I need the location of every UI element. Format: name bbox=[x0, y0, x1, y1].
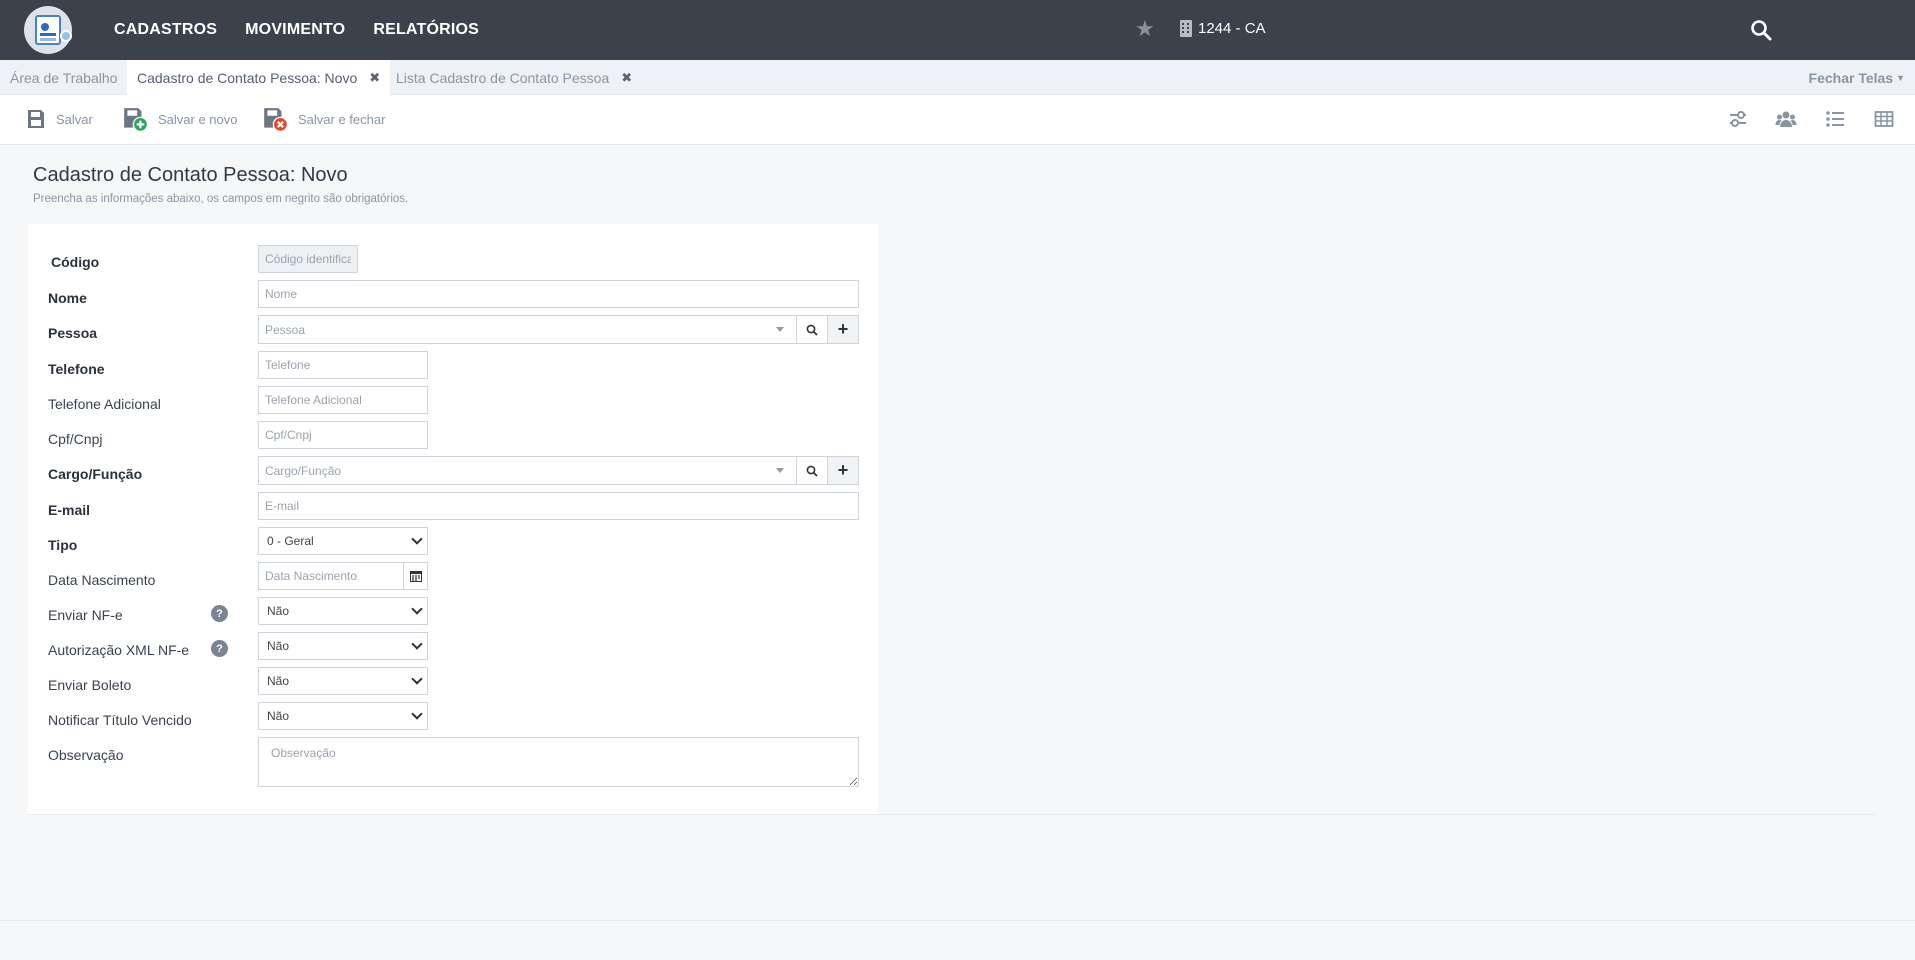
telefone-field[interactable] bbox=[258, 351, 428, 379]
save-button[interactable]: Salvar bbox=[26, 95, 93, 143]
tab-area-de-trabalho[interactable]: Área de Trabalho bbox=[0, 60, 127, 95]
cpf-cnpj-label: Cpf/Cnpj bbox=[48, 431, 103, 447]
help-icon[interactable]: ? bbox=[211, 605, 228, 622]
menu-cadastros[interactable]: CADASTROS bbox=[114, 21, 217, 39]
close-tab-icon[interactable]: ✖ bbox=[369, 70, 380, 86]
notificar-titulo-label: Notificar Título Vencido bbox=[48, 712, 192, 728]
dropdown-caret-icon[interactable] bbox=[776, 468, 784, 473]
autorizacao-xml-label: Autorização XML NF-e bbox=[48, 642, 190, 658]
tipo-label: Tipo bbox=[48, 537, 78, 553]
codigo-field[interactable] bbox=[258, 245, 358, 273]
telefone-label: Telefone bbox=[48, 361, 105, 377]
dropdown-caret-icon[interactable] bbox=[776, 327, 784, 332]
app-logo[interactable] bbox=[24, 6, 72, 54]
calendar-icon[interactable] bbox=[404, 562, 428, 590]
cargo-funcao-combo[interactable]: Cargo/Função + bbox=[258, 456, 859, 485]
enviar-boleto-label: Enviar Boleto bbox=[48, 677, 132, 693]
telefone-adicional-label: Telefone Adicional bbox=[48, 396, 161, 412]
pessoa-search-button[interactable] bbox=[796, 316, 827, 343]
tipo-value: 0 - Geral bbox=[267, 534, 314, 548]
save-close-icon bbox=[264, 108, 288, 132]
chevron-down-icon bbox=[411, 673, 423, 685]
cpf-cnpj-field[interactable] bbox=[258, 421, 428, 449]
data-nascimento-label: Data Nascimento bbox=[48, 572, 156, 588]
cargo-funcao-placeholder: Cargo/Função bbox=[265, 463, 342, 478]
close-all-label: Fechar Telas bbox=[1808, 69, 1894, 86]
enviar-nfe-value: Não bbox=[267, 604, 290, 618]
pessoa-placeholder: Pessoa bbox=[265, 322, 306, 337]
enviar-boleto-select[interactable]: Não bbox=[258, 667, 428, 695]
tab-lista-cadastro-contato[interactable]: Lista Cadastro de Contato Pessoa ✖ bbox=[386, 60, 642, 95]
autorizacao-xml-value: Não bbox=[267, 639, 290, 653]
nome-field[interactable] bbox=[258, 280, 859, 308]
logo-badge-icon bbox=[60, 30, 72, 42]
save-and-new-button[interactable]: Salvar e novo bbox=[122, 95, 238, 143]
telefone-adicional-field[interactable] bbox=[258, 386, 428, 414]
form-panel: Código Nome Pessoa Pessoa + Telefone Tel… bbox=[28, 224, 878, 814]
pessoa-combo[interactable]: Pessoa + bbox=[258, 315, 859, 344]
footer-divider bbox=[0, 920, 1915, 921]
page-subtitle: Preencha as informações abaixo, os campo… bbox=[33, 193, 409, 205]
filter-sliders-icon[interactable] bbox=[1727, 108, 1749, 130]
page-title: Cadastro de Contato Pessoa: Novo bbox=[33, 164, 348, 186]
data-nascimento-field[interactable] bbox=[258, 562, 404, 590]
chevron-down-icon bbox=[411, 533, 423, 545]
tab-cadastro-contato-novo[interactable]: Cadastro de Contato Pessoa: Novo ✖ bbox=[127, 60, 391, 95]
enviar-boleto-value: Não bbox=[267, 674, 290, 688]
divider bbox=[28, 814, 1876, 815]
nome-label: Nome bbox=[48, 290, 87, 306]
table-grid-icon[interactable] bbox=[1873, 108, 1895, 130]
contact-card-icon bbox=[35, 15, 61, 45]
observacao-textarea[interactable] bbox=[258, 737, 859, 787]
tipo-select[interactable]: 0 - Geral bbox=[258, 527, 428, 555]
cargo-search-button[interactable] bbox=[796, 457, 827, 484]
list-view-icon[interactable] bbox=[1824, 108, 1846, 130]
chevron-down-icon bbox=[411, 638, 423, 650]
observacao-label: Observação bbox=[48, 747, 124, 763]
company-label: 1244 - CA bbox=[1198, 20, 1266, 37]
email-label: E-mail bbox=[48, 502, 91, 518]
autorizacao-xml-select[interactable]: Não bbox=[258, 632, 428, 660]
company-selector[interactable]: 1244 - CA bbox=[1180, 20, 1266, 37]
codigo-label: Código bbox=[51, 254, 100, 270]
save-label: Salvar bbox=[56, 111, 93, 127]
tab-label: Cadastro de Contato Pessoa: Novo bbox=[137, 69, 358, 86]
close-all-tabs-dropdown[interactable]: Fechar Telas ▼ bbox=[1809, 60, 1905, 95]
caret-down-icon: ▼ bbox=[1896, 72, 1905, 83]
notificar-titulo-select[interactable]: Não bbox=[258, 702, 428, 730]
menu-relatorios[interactable]: RELATÓRIOS bbox=[373, 21, 479, 39]
main-menu: CADASTROS MOVIMENTO RELATÓRIOS bbox=[114, 0, 507, 60]
favorite-star-icon[interactable]: ★ bbox=[1135, 18, 1155, 40]
enviar-nfe-label: Enviar NF-e bbox=[48, 607, 123, 623]
save-and-new-label: Salvar e novo bbox=[158, 111, 238, 127]
save-new-icon bbox=[124, 108, 148, 132]
tab-label: Área de Trabalho bbox=[10, 69, 118, 86]
email-field[interactable] bbox=[258, 492, 859, 520]
help-icon[interactable]: ? bbox=[211, 640, 228, 657]
tab-strip: Área de Trabalho Cadastro de Contato Pes… bbox=[0, 60, 1915, 95]
action-toolbar: Salvar Salvar e novo Salvar e fechar bbox=[0, 95, 1915, 145]
save-and-close-label: Salvar e fechar bbox=[298, 111, 386, 127]
menu-movimento[interactable]: MOVIMENTO bbox=[245, 21, 345, 39]
notificar-titulo-value: Não bbox=[267, 709, 290, 723]
top-navbar: CADASTROS MOVIMENTO RELATÓRIOS ★ 1244 - … bbox=[0, 0, 1915, 60]
pessoa-label: Pessoa bbox=[48, 325, 98, 341]
search-icon bbox=[806, 465, 818, 477]
pessoa-add-button[interactable]: + bbox=[827, 316, 858, 343]
chevron-down-icon bbox=[411, 603, 423, 615]
close-tab-icon[interactable]: ✖ bbox=[621, 70, 632, 86]
cargo-funcao-label: Cargo/Função bbox=[48, 466, 143, 482]
calendar-grid-icon bbox=[409, 571, 422, 582]
save-and-close-button[interactable]: Salvar e fechar bbox=[262, 95, 385, 143]
search-icon[interactable] bbox=[1750, 19, 1772, 41]
floppy-save-icon bbox=[28, 110, 44, 128]
enviar-nfe-select[interactable]: Não bbox=[258, 597, 428, 625]
tab-label: Lista Cadastro de Contato Pessoa bbox=[396, 69, 610, 86]
cargo-add-button[interactable]: + bbox=[827, 457, 858, 484]
chevron-down-icon bbox=[411, 708, 423, 720]
users-group-icon[interactable] bbox=[1775, 108, 1797, 130]
building-icon bbox=[1180, 20, 1192, 37]
search-icon bbox=[806, 324, 818, 336]
